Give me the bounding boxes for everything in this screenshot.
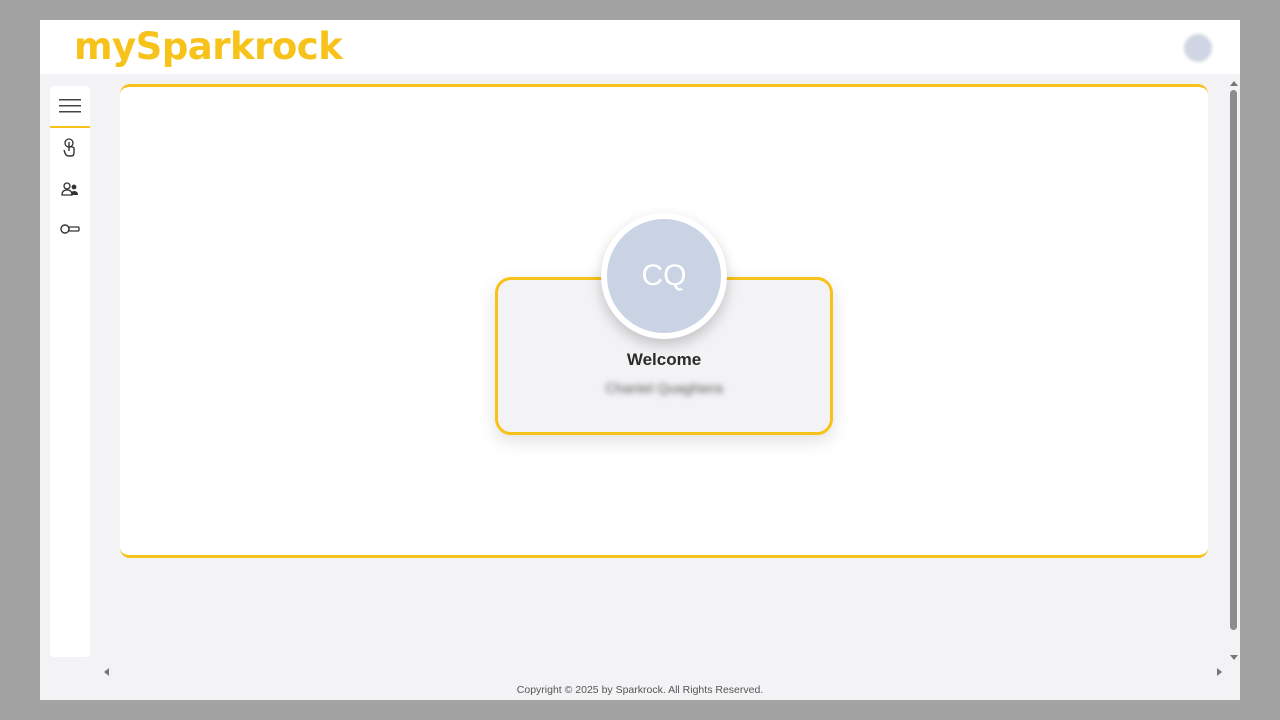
scroll-up-arrow-icon[interactable]	[1230, 81, 1238, 86]
app-logo[interactable]: mySparkrock	[74, 24, 343, 70]
scrollbar-thumb[interactable]	[1230, 90, 1237, 630]
user-avatar-icon[interactable]	[1184, 34, 1212, 62]
horizontal-scrollbar[interactable]	[100, 665, 1228, 677]
footer-copyright: Copyright © 2025 by Sparkrock. All Right…	[516, 684, 764, 696]
avatar-initials: CQ	[607, 219, 721, 333]
scroll-left-arrow-icon[interactable]	[104, 668, 109, 676]
user-name: Chantel Quaghiera	[605, 380, 723, 396]
sidebar-item-people[interactable]	[50, 172, 90, 206]
touch-hand-icon	[63, 138, 75, 157]
top-bar: mySparkrock	[40, 20, 1240, 74]
avatar: CQ	[601, 213, 727, 339]
key-icon	[60, 224, 80, 234]
people-icon	[61, 182, 78, 196]
app-window: mySparkrock CQ Welcome Chantel Quaghiera…	[40, 20, 1240, 700]
menu-button[interactable]	[50, 86, 90, 128]
sidebar-item-key[interactable]	[50, 212, 90, 246]
scroll-right-arrow-icon[interactable]	[1217, 668, 1222, 676]
vertical-scrollbar[interactable]	[1228, 78, 1240, 662]
hamburger-menu-icon	[59, 99, 81, 113]
scroll-down-arrow-icon[interactable]	[1230, 655, 1238, 660]
sidebar	[50, 86, 90, 657]
welcome-title: Welcome	[626, 350, 702, 369]
sidebar-item-touch[interactable]	[50, 131, 90, 165]
